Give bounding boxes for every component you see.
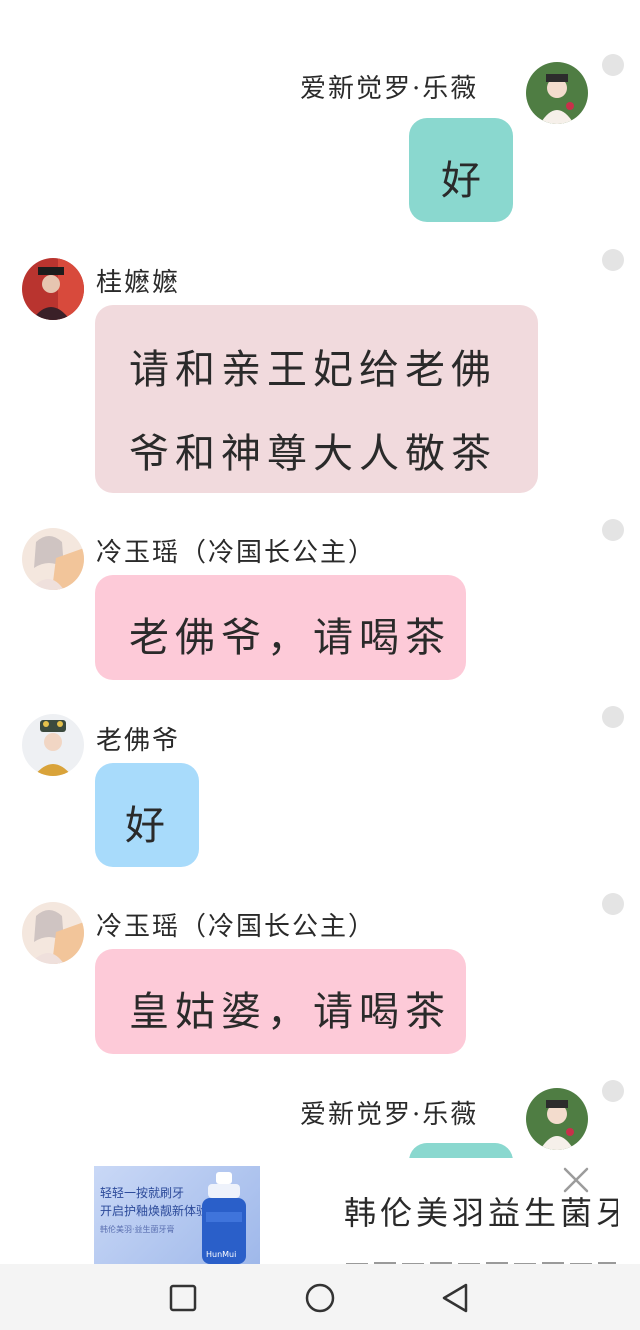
navigation-bar bbox=[0, 1264, 640, 1330]
ad-image-caption: 韩伦美羽·益生菌牙膏 bbox=[100, 1225, 175, 1234]
ad-image-subheadline: 开启护釉焕靓新体验 bbox=[100, 1204, 209, 1218]
message-bubble[interactable]: 请和亲王妃给老佛 爷和神尊大人敬茶 bbox=[95, 305, 538, 493]
message-bubble[interactable]: 好 bbox=[409, 118, 513, 222]
sender-name: 爱新觉罗·乐薇 bbox=[300, 74, 479, 104]
avatar-laofoye[interactable] bbox=[22, 714, 84, 776]
avatar-guimomo[interactable] bbox=[22, 258, 84, 320]
message-status-dot bbox=[602, 706, 624, 728]
sender-name: 桂嬷嬷 bbox=[96, 268, 181, 298]
recent-apps-icon[interactable] bbox=[165, 1280, 201, 1316]
message-status-dot bbox=[602, 54, 624, 76]
message-status-dot bbox=[602, 1080, 624, 1102]
message-bubble[interactable]: 皇姑婆，请喝茶 bbox=[95, 949, 466, 1054]
ad-image[interactable]: 轻轻一按就刷牙 开启护釉焕靓新体验 韩伦美羽·益生菌牙膏 HunMui bbox=[94, 1166, 260, 1264]
message-status-dot bbox=[602, 893, 624, 915]
ad-image-headline: 轻轻一按就刷牙 bbox=[100, 1186, 185, 1200]
ad-banner[interactable]: 轻轻一按就刷牙 开启护釉焕靓新体验 韩伦美羽·益生菌牙膏 HunMui 韩伦美羽… bbox=[0, 1158, 640, 1264]
message-text: 请和亲王妃给老佛 bbox=[129, 347, 497, 393]
message-text: 好 bbox=[125, 803, 171, 849]
ad-brand-mark: HunMui bbox=[206, 1250, 237, 1259]
avatar-lengyuyao[interactable] bbox=[22, 902, 84, 964]
sender-name: 爱新觉罗·乐薇 bbox=[300, 1100, 479, 1130]
avatar-lewei[interactable] bbox=[526, 62, 588, 124]
message-status-dot bbox=[602, 519, 624, 541]
message-status-dot bbox=[602, 249, 624, 271]
avatar-lewei[interactable] bbox=[526, 1088, 588, 1150]
back-icon[interactable] bbox=[438, 1280, 474, 1316]
home-icon[interactable] bbox=[302, 1280, 338, 1316]
avatar-lengyuyao[interactable] bbox=[22, 528, 84, 590]
message-text: 爷和神尊大人敬茶 bbox=[129, 431, 497, 477]
message-text: 皇姑婆，请喝茶 bbox=[129, 989, 451, 1035]
sender-name: 冷玉瑶（冷国长公主） bbox=[96, 912, 377, 942]
ad-subtitle-cut bbox=[344, 1254, 618, 1264]
message-text: 老佛爷，请喝茶 bbox=[129, 615, 451, 661]
message-text: 好 bbox=[441, 158, 487, 204]
close-icon[interactable] bbox=[560, 1164, 592, 1196]
message-bubble[interactable]: 好 bbox=[95, 763, 199, 867]
sender-name: 冷玉瑶（冷国长公主） bbox=[96, 538, 377, 568]
sender-name: 老佛爷 bbox=[96, 726, 181, 756]
message-bubble[interactable]: 老佛爷，请喝茶 bbox=[95, 575, 466, 680]
